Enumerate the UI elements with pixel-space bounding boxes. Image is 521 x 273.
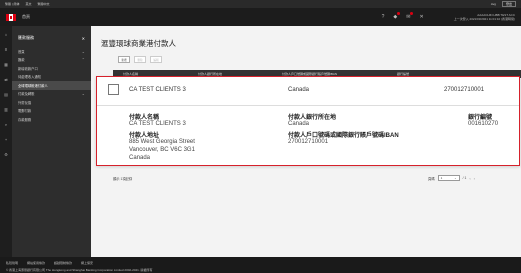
account-value: 270012710001 [288, 139, 329, 145]
menu-icon[interactable]: ≡ [5, 47, 7, 52]
sidebar-item-deposit[interactable]: 存款服務 [12, 115, 91, 124]
row-payer-name: CA TEST CLIENTS 3 [129, 87, 186, 93]
footer-link[interactable]: 超越限制條款 [54, 261, 72, 265]
pagination: 頁碼 1 ⌄ / 1 ‹ › [428, 175, 475, 181]
icon-rail: ⌂ ≡ ▦ ⇄ ▤ ▥ ⌕ + ⚙ [0, 26, 12, 264]
bank-location-value: Canada [288, 121, 310, 127]
sidebar-item-payers[interactable]: 全球環球帳港付款人 [12, 81, 91, 90]
add-icon[interactable]: + [5, 137, 7, 142]
payer-detail-card: CA TEST CLIENTS 3 Canada 270012710001 付款… [96, 76, 520, 166]
page-footer: 私隱聲明 網站使用條款 超越限制條款 網上保安 © 香港上海滙豐銀行有限公司 T… [0, 257, 521, 273]
pager-label: 頁碼 [428, 176, 435, 181]
row-checkbox[interactable] [108, 84, 119, 95]
main-header: 首頁 ? ◆ ✉ ✕ AAAACHIN HBB TEST ACC 上一次登入 2… [0, 8, 521, 26]
record-count: 顯示 1項記錄 [113, 176, 133, 181]
payer-name-value: CA TEST CLIENTS 3 [129, 121, 186, 127]
sidebar-header: 匯款服務 ✕ [12, 26, 91, 47]
chevron-down-icon: ⌄ [454, 176, 457, 180]
table-row[interactable]: CA TEST CLIENTS 3 Canada 270012710001 [97, 77, 519, 106]
edit-button[interactable]: 編輯 [150, 56, 162, 63]
toolbar: 新增 刪除 編輯 [118, 56, 162, 63]
table-footer: 顯示 1項記錄 頁碼 1 ⌄ / 1 ‹ › [113, 172, 521, 184]
prev-page-icon[interactable]: ‹ [469, 176, 470, 181]
footer-link[interactable]: 私隱聲明 [6, 261, 18, 265]
home-link[interactable]: 首頁 [22, 14, 30, 20]
copyright: © 香港上海滙豐銀行有限公司 The Hongkong and Shanghai… [6, 268, 153, 272]
sidebar-item-pending[interactable]: 待處理收入通知 [12, 73, 91, 82]
address-line: Vancouver, BC V6C 3G1 [129, 147, 195, 153]
sidebar-item-fx[interactable]: 外幣兌換 [12, 98, 91, 107]
app-root: 繁體 | 简体 英文 繁體中文 Avg 登出 首頁 ? ◆ ✉ ✕ AAAACH… [0, 0, 521, 273]
document-icon[interactable]: ▤ [4, 92, 8, 97]
sidebar-item-home[interactable]: 首頁 ⌄ [12, 47, 91, 56]
sidebar-title: 匯款服務 [18, 35, 34, 40]
help-icon[interactable]: ? [382, 14, 385, 20]
sidebar-item-new-account[interactable]: 新增收款户口 [12, 64, 91, 73]
footer-link[interactable]: 網上保安 [81, 261, 93, 265]
top-utility-bar: 繁體 | 简体 英文 繁體中文 Avg 登出 [0, 0, 521, 8]
sidebar-item-email-pay[interactable]: 電郵付款 [12, 107, 91, 116]
notification-icon[interactable]: ◆ [393, 12, 401, 20]
lang-option[interactable]: 繁體 | 简体 [5, 2, 19, 6]
transfer-icon[interactable]: ⇄ [4, 77, 7, 82]
footer-link[interactable]: 網站使用條款 [27, 261, 45, 265]
logout-button[interactable]: 登出 [501, 1, 516, 7]
row-country: Canada [288, 87, 310, 93]
delete-button[interactable]: 刪除 [134, 56, 146, 63]
hsbc-logo[interactable] [6, 13, 16, 21]
settings-icon[interactable]: ⚙ [4, 152, 8, 157]
accounts-icon[interactable]: ▦ [4, 62, 8, 67]
add-button[interactable]: 新增 [118, 56, 130, 63]
chart-icon[interactable]: ▥ [4, 107, 8, 112]
search-icon[interactable]: ⌕ [5, 122, 7, 127]
address-line: Canada [129, 155, 151, 161]
sidebar: 匯款服務 ✕ 首頁 ⌄ 匯款 ⌃ 新增收款户口 待處理收入通知 全球環球帳港付款人 … [12, 26, 91, 264]
close-sidebar-icon[interactable]: ✕ [82, 36, 85, 41]
row-account: 270012710001 [444, 87, 485, 93]
user-label: Avg [490, 2, 496, 6]
bank-code-value: 001610270 [468, 121, 499, 127]
sidebar-item-remittance[interactable]: 匯款 ⌃ [12, 56, 91, 65]
next-page-icon[interactable]: › [474, 176, 475, 181]
account-info: AAAACHIN HBB TEST ACC 上一次登入 2021/03/2021… [453, 13, 515, 21]
home-icon[interactable]: ⌂ [5, 32, 7, 37]
page-title: 滙豐環球商業港付款人 [101, 39, 176, 48]
mail-icon[interactable]: ✉ [406, 12, 414, 20]
lang-option[interactable]: 繁體中文 [37, 2, 49, 6]
address-line: 885 West Georgia Street [129, 139, 195, 145]
page-select[interactable]: 1 ⌄ [437, 175, 460, 181]
lang-option[interactable]: 英文 [25, 2, 31, 6]
page-total: / 1 [462, 176, 467, 180]
sidebar-item-payments[interactable]: 付款及轉賬 ⌄ [12, 90, 91, 99]
close-icon[interactable]: ✕ [419, 14, 423, 20]
